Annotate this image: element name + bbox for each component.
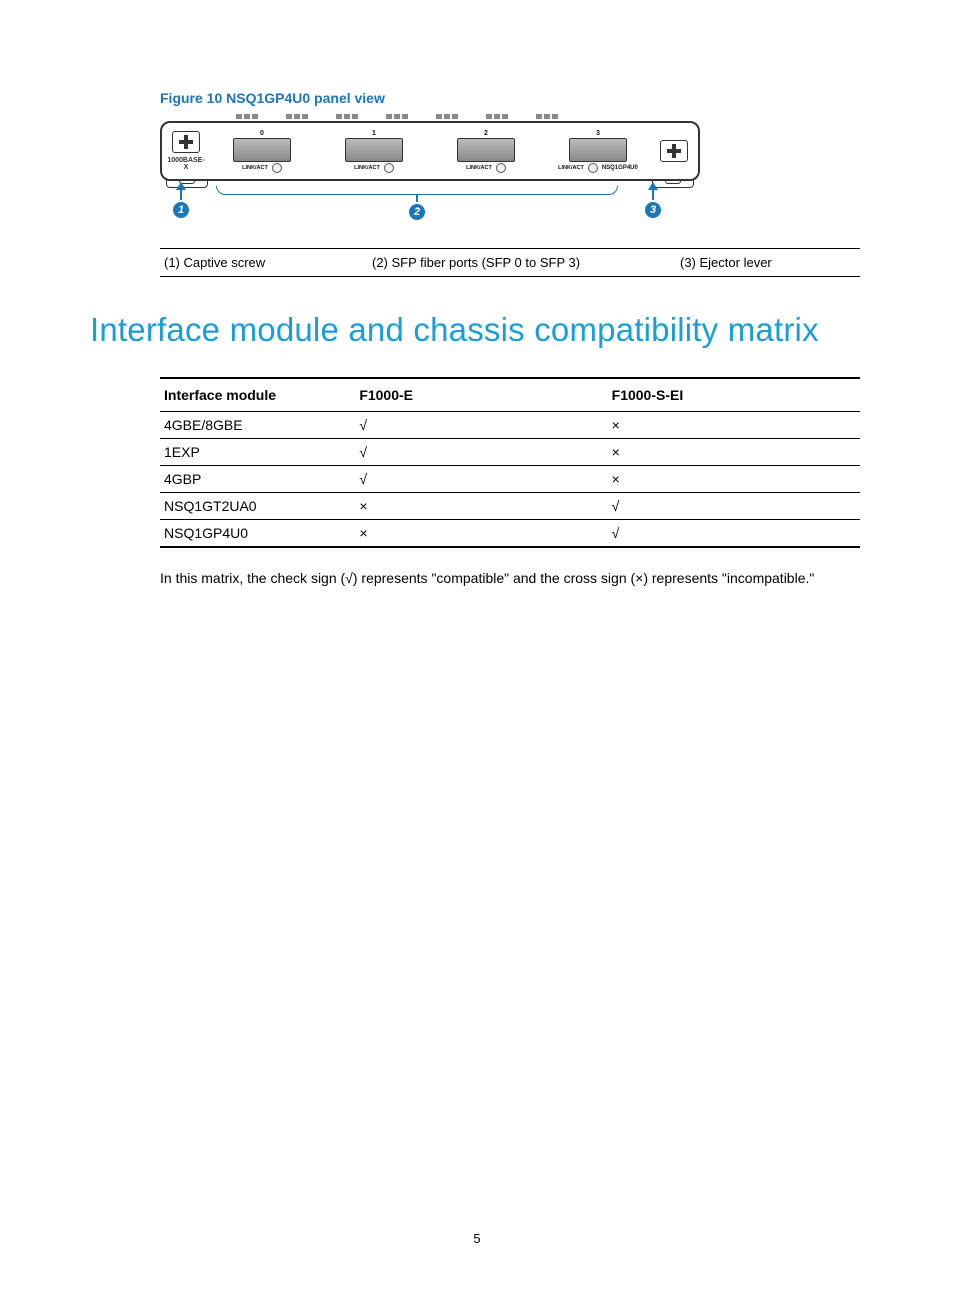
ejector-lever-right — [652, 179, 694, 188]
link-act-label: LINK/ACT — [558, 165, 584, 171]
sfp-cage-icon — [457, 138, 515, 162]
table-row: (1) Captive screw (2) SFP fiber ports (S… — [160, 249, 860, 277]
callout-badge-1: 1 — [173, 202, 189, 218]
sfp-port-2: 2 LINK/ACT — [434, 130, 538, 173]
arrow-stem — [652, 190, 654, 200]
cell-module: NSQ1GP4U0 — [160, 520, 355, 548]
callout-badge-2: 2 — [409, 204, 425, 220]
table-header-row: Interface module F1000-E F1000-S-EI — [160, 378, 860, 412]
sfp-ports-area: 0 LINK/ACT 1 LINK/ACT — [206, 123, 654, 179]
cell-f1000e: √ — [355, 439, 607, 466]
table-row: NSQ1GT2UA0 × √ — [160, 493, 860, 520]
legend-item-3: (3) Ejector lever — [676, 249, 860, 277]
cell-f1000sei: × — [608, 466, 860, 493]
cell-f1000sei: × — [608, 412, 860, 439]
sfp-cage-icon — [345, 138, 403, 162]
legend-item-2: (2) SFP fiber ports (SFP 0 to SFP 3) — [368, 249, 676, 277]
compatibility-matrix-table: Interface module F1000-E F1000-S-EI 4GBE… — [160, 377, 860, 548]
captive-screw-left — [172, 131, 200, 153]
cell-module: 4GBP — [160, 466, 355, 493]
table-row: 4GBP √ × — [160, 466, 860, 493]
cell-f1000sei: × — [608, 439, 860, 466]
body-text: In this matrix, the check sign (√) repre… — [160, 568, 860, 589]
table-row: NSQ1GP4U0 × √ — [160, 520, 860, 548]
cell-f1000sei: √ — [608, 493, 860, 520]
sfp-port-1: 1 LINK/ACT — [322, 130, 426, 173]
panel-diagram: 1000BASE-X 0 LINK/ACT 1 — [160, 114, 700, 230]
page-number: 5 — [0, 1231, 954, 1246]
product-label: NSQ1GP4U0 — [602, 165, 638, 171]
led-icon — [496, 163, 506, 173]
col-header-f1000e: F1000-E — [355, 378, 607, 412]
link-act-label: LINK/ACT — [466, 165, 492, 171]
sfp-port-0: 0 LINK/ACT — [210, 130, 314, 173]
callout-badge-3: 3 — [645, 202, 661, 218]
cell-module: NSQ1GT2UA0 — [160, 493, 355, 520]
sfp-cage-icon — [233, 138, 291, 162]
figure-caption: Figure 10 NSQ1GP4U0 panel view — [160, 90, 864, 106]
cell-module: 4GBE/8GBE — [160, 412, 355, 439]
led-icon — [588, 163, 598, 173]
link-act-label: LINK/ACT — [242, 165, 268, 171]
captive-screw-right — [660, 140, 688, 162]
arrow-stem — [180, 190, 182, 200]
col-header-module: Interface module — [160, 378, 355, 412]
port-number: 1 — [372, 130, 376, 137]
panel-body: 1000BASE-X 0 LINK/ACT 1 — [160, 121, 700, 181]
arrow-icon — [176, 182, 186, 190]
figure-legend-table: (1) Captive screw (2) SFP fiber ports (S… — [160, 248, 860, 277]
table-row: 4GBE/8GBE √ × — [160, 412, 860, 439]
cell-module: 1EXP — [160, 439, 355, 466]
legend-item-1: (1) Captive screw — [160, 249, 368, 277]
ejector-lever-left — [166, 179, 208, 188]
section-title: Interface module and chassis compatibili… — [90, 311, 864, 349]
table-row: 1EXP √ × — [160, 439, 860, 466]
sfp-cage-icon — [569, 138, 627, 162]
port-number: 0 — [260, 130, 264, 137]
cell-f1000e: √ — [355, 466, 607, 493]
col-header-f1000sei: F1000-S-EI — [608, 378, 860, 412]
link-act-label: LINK/ACT — [354, 165, 380, 171]
arrow-icon — [648, 182, 658, 190]
cell-f1000e: × — [355, 520, 607, 548]
base-label: 1000BASE-X — [166, 157, 206, 171]
port-number: 2 — [484, 130, 488, 137]
led-icon — [384, 163, 394, 173]
cell-f1000sei: √ — [608, 520, 860, 548]
panel-top-vents — [236, 114, 700, 119]
port-number: 3 — [596, 130, 600, 137]
arrow-stem — [416, 194, 418, 202]
sfp-port-3: 3 LINK/ACT NSQ1GP4U0 — [546, 130, 650, 173]
cell-f1000e: × — [355, 493, 607, 520]
led-icon — [272, 163, 282, 173]
cell-f1000e: √ — [355, 412, 607, 439]
